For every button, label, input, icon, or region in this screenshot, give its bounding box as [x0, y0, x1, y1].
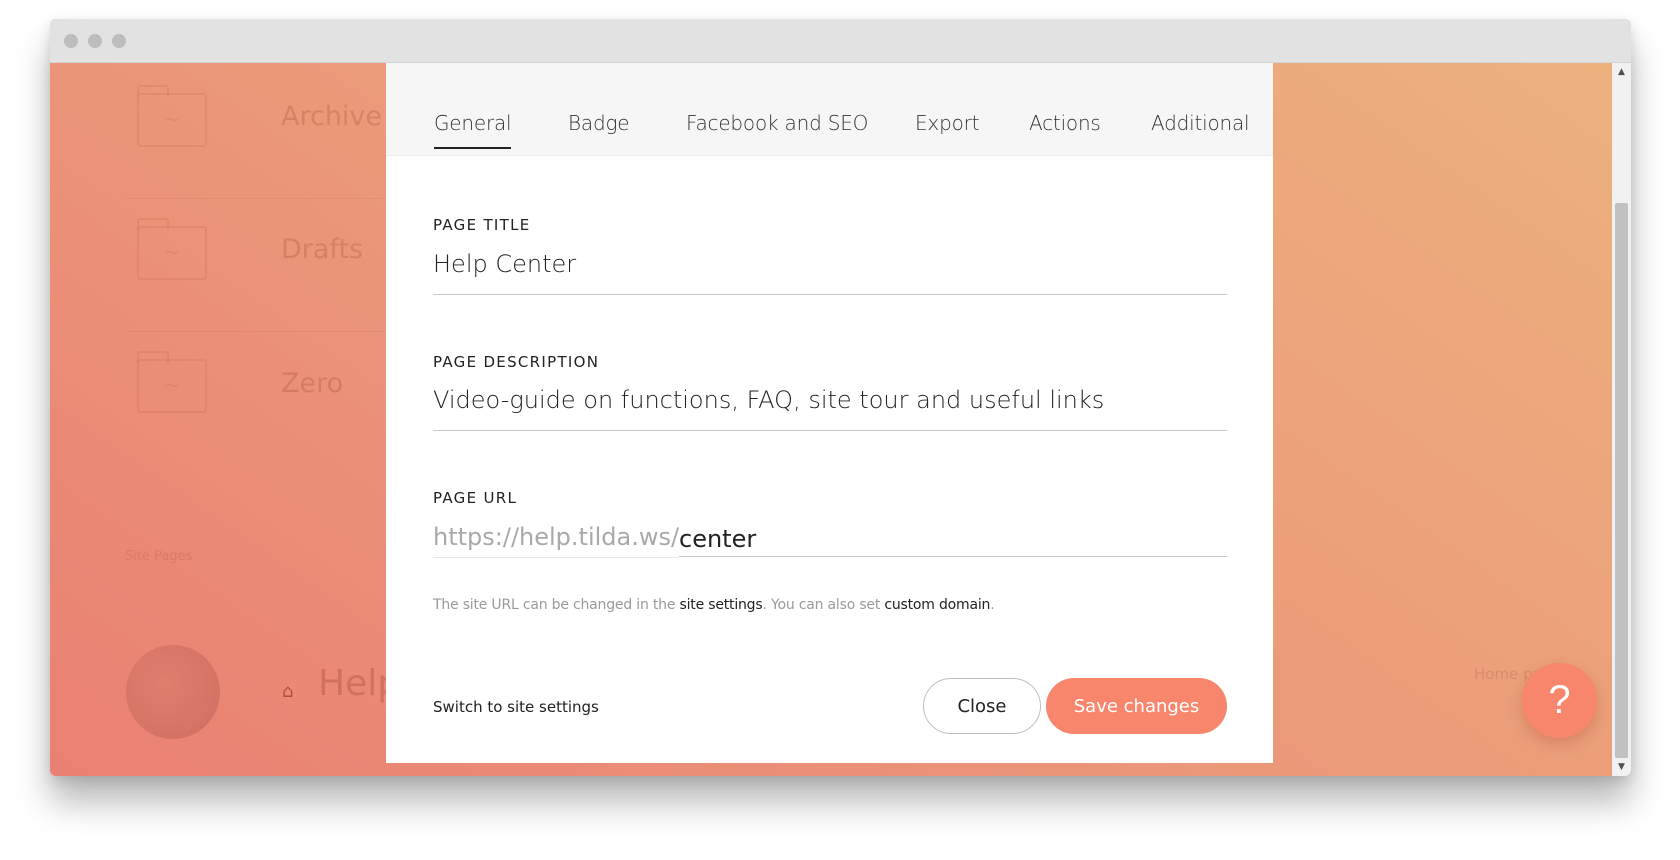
browser-window: ~ Archive ~ Drafts ~ Zero Site Pages ⌂ H… [50, 19, 1631, 776]
help-button[interactable]: ? [1522, 663, 1597, 738]
folder-icon[interactable]: ~ [137, 218, 207, 280]
site-settings-link[interactable]: site settings [680, 597, 763, 613]
close-button[interactable]: Close [923, 678, 1041, 734]
tab-actions[interactable]: Actions [1029, 111, 1101, 135]
scrollbar[interactable]: ▲ ▼ [1612, 63, 1631, 776]
page-description-label: PAGE DESCRIPTION [433, 353, 600, 371]
page-title-label: PAGE TITLE [433, 216, 531, 234]
tab-facebook-seo[interactable]: Facebook and SEO [686, 111, 868, 135]
scroll-thumb[interactable] [1615, 203, 1628, 758]
page-title-underline [433, 294, 1227, 295]
tab-badge[interactable]: Badge [568, 111, 630, 135]
tab-general[interactable]: General [434, 111, 512, 149]
page-description-input[interactable]: Video-guide on functions, FAQ, site tour… [433, 386, 1104, 414]
page-url-prefix-underline [433, 557, 679, 558]
home-icon: ⌂ [282, 681, 294, 702]
scroll-up-arrow-icon[interactable]: ▲ [1612, 63, 1631, 81]
switch-to-site-settings-link[interactable]: Switch to site settings [433, 698, 599, 716]
page-title-input[interactable]: Help Center [433, 250, 576, 278]
folder-label-zero[interactable]: Zero [281, 368, 343, 399]
window-maximize-dot[interactable] [112, 34, 126, 48]
settings-tabs: General Badge Facebook and SEO Export Ac… [386, 63, 1273, 156]
url-hint: The site URL can be changed in the site … [433, 597, 995, 613]
window-minimize-dot[interactable] [88, 34, 102, 48]
page-thumbnail[interactable] [126, 645, 220, 739]
folder-icon[interactable]: ~ [137, 85, 207, 147]
page-url-input[interactable] [679, 521, 1227, 557]
scroll-down-arrow-icon[interactable]: ▼ [1612, 758, 1631, 776]
page-url-prefix: https://help.tilda.ws/ [433, 523, 680, 551]
folder-label-drafts[interactable]: Drafts [281, 234, 363, 265]
custom-domain-link[interactable]: custom domain [884, 597, 990, 613]
folder-icon[interactable]: ~ [137, 351, 207, 413]
window-close-dot[interactable] [64, 34, 78, 48]
page-background: ~ Archive ~ Drafts ~ Zero Site Pages ⌂ H… [50, 63, 1612, 776]
tab-export[interactable]: Export [915, 111, 979, 135]
window-titlebar [50, 19, 1631, 63]
page-url-label: PAGE URL [433, 489, 518, 507]
page-description-underline [433, 430, 1227, 431]
folder-label-archive[interactable]: Archive [281, 101, 382, 132]
save-changes-button[interactable]: Save changes [1046, 678, 1227, 734]
tab-additional[interactable]: Additional [1151, 111, 1250, 135]
site-pages-label: Site Pages [125, 549, 193, 564]
page-settings-modal: General Badge Facebook and SEO Export Ac… [386, 63, 1273, 763]
